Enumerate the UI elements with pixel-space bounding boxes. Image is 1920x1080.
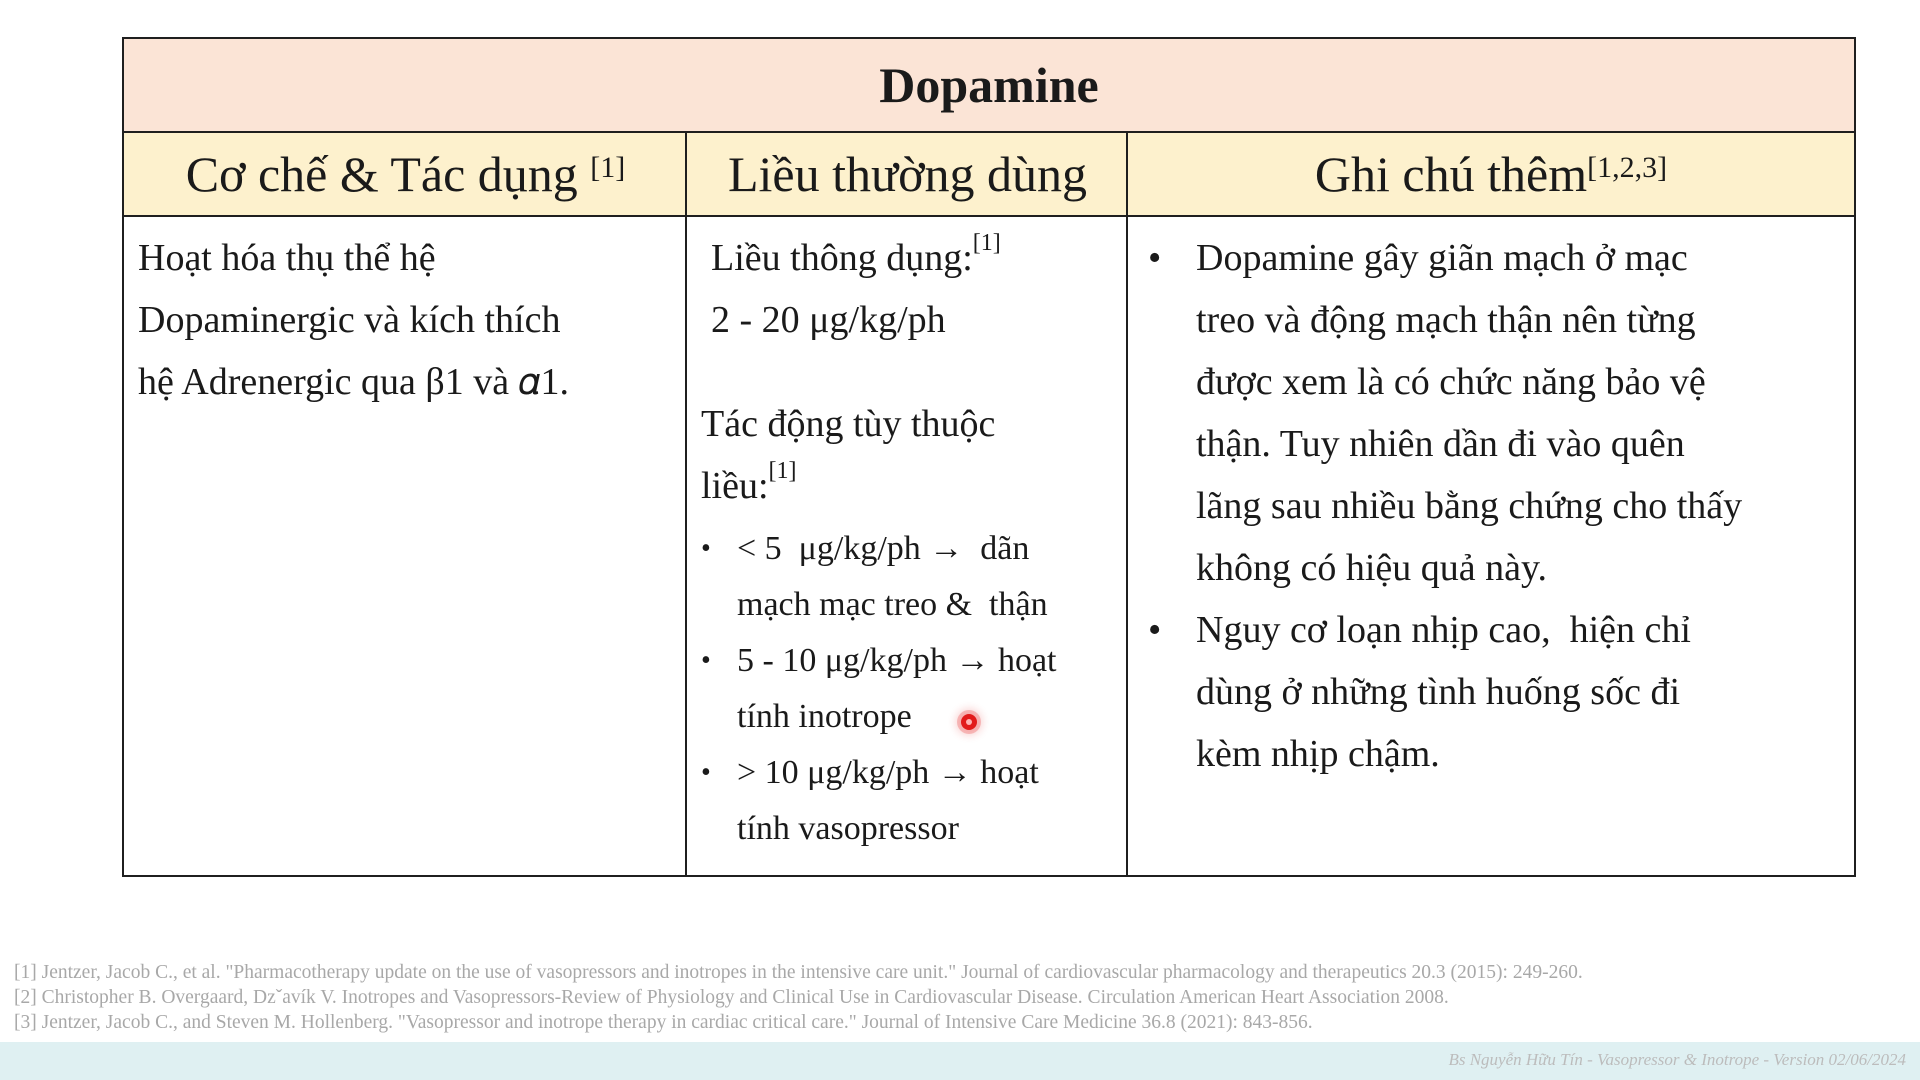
footer-band: Bs Nguyễn Hữu Tín - Vasopressor & Inotro… xyxy=(0,1042,1920,1080)
table-body-row: Hoạt hóa thụ thể hệ Dopaminergic và kích… xyxy=(124,217,1854,875)
dose-effect-list: < 5 μg/kg/ph → dãn mạch mạc treo & thận … xyxy=(701,521,1120,857)
note-line: treo và động mạch thận nên từng xyxy=(1196,299,1696,341)
reference-item: [1] Jentzer, Jacob C., et al. "Pharmacot… xyxy=(14,962,1583,983)
notes-cell: Dopamine gây giãn mạch ở mạc treo và độn… xyxy=(1128,217,1854,875)
header-dose-label: Liều thường dùng xyxy=(727,146,1088,202)
header-mechanism: Cơ chế & Tác dụng [1] xyxy=(124,133,687,215)
effect-ref: [1] xyxy=(768,458,797,484)
list-item: Dopamine gây giãn mạch ở mạc treo và độn… xyxy=(1140,227,1844,599)
laser-pointer-icon xyxy=(961,714,977,730)
table-title: Dopamine xyxy=(124,39,1854,133)
list-item: < 5 μg/kg/ph → dãn mạch mạc treo & thận xyxy=(701,521,1120,633)
effect-line: 5 - 10 μg/kg/ph → hoạt xyxy=(737,642,1057,679)
header-notes-ref: [1,2,3] xyxy=(1587,151,1668,184)
footer-credit: Bs Nguyễn Hữu Tín - Vasopressor & Inotro… xyxy=(1448,1050,1906,1069)
list-item: > 10 μg/kg/ph → hoạt tính vasopressor xyxy=(701,745,1120,857)
effect-line: > 10 μg/kg/ph → hoạt xyxy=(737,754,1039,791)
mechanism-line: Dopaminergic và kích thích xyxy=(138,299,561,341)
effect-line: tính vasopressor xyxy=(737,810,959,847)
references: [1] Jentzer, Jacob C., et al. "Pharmacot… xyxy=(14,960,1904,1035)
header-notes-label: Ghi chú thêm xyxy=(1314,146,1588,202)
dopamine-table: Dopamine Cơ chế & Tác dụng [1] Liều thườ… xyxy=(122,37,1856,877)
note-line: Nguy cơ loạn nhịp cao, hiện chỉ xyxy=(1196,609,1691,651)
mechanism-line: hệ Adrenergic qua β1 và 𝛼1. xyxy=(138,361,570,403)
header-mechanism-ref: [1] xyxy=(590,151,626,184)
effect-line: < 5 μg/kg/ph → dãn xyxy=(737,530,1030,567)
note-line: không có hiệu quả này. xyxy=(1196,547,1548,589)
mechanism-cell: Hoạt hóa thụ thể hệ Dopaminergic và kích… xyxy=(124,217,687,875)
common-dose-label-line: Liều thông dụng:[1] xyxy=(701,227,1120,289)
note-line: lãng sau nhiều bằng chứng cho thấy xyxy=(1196,485,1743,527)
header-mechanism-label: Cơ chế & Tác dụng xyxy=(185,146,591,202)
effect-label-line: Tác động tùy thuộc xyxy=(701,403,996,445)
header-notes: Ghi chú thêm [1,2,3] xyxy=(1128,133,1854,215)
dose-cell: Liều thông dụng:[1] 2 - 20 μg/kg/ph Tác … xyxy=(687,217,1128,875)
note-line: Dopamine gây giãn mạch ở mạc xyxy=(1196,237,1688,279)
common-dose-ref: [1] xyxy=(972,230,1001,256)
effect-line: tính inotrope xyxy=(737,698,912,735)
common-dose-value: 2 - 20 μg/kg/ph xyxy=(711,299,946,341)
common-dose-label: Liều thông dụng: xyxy=(711,237,973,279)
table-header-row: Cơ chế & Tác dụng [1] Liều thường dùng G… xyxy=(124,133,1854,217)
effect-line: mạch mạc treo & thận xyxy=(737,586,1048,623)
mechanism-line: Hoạt hóa thụ thể hệ xyxy=(138,237,436,279)
header-dose: Liều thường dùng xyxy=(687,133,1128,215)
reference-item: [3] Jentzer, Jacob C., and Steven M. Hol… xyxy=(14,1012,1313,1033)
notes-list: Dopamine gây giãn mạch ở mạc treo và độn… xyxy=(1140,227,1844,785)
list-item: 5 - 10 μg/kg/ph → hoạt tính inotrope xyxy=(701,633,1120,745)
note-line: kèm nhịp chậm. xyxy=(1196,733,1440,775)
note-line: thận. Tuy nhiên dần đi vào quên xyxy=(1196,423,1685,465)
effect-label-line: liều:[1] xyxy=(701,455,1120,517)
list-item: Nguy cơ loạn nhịp cao, hiện chỉ dùng ở n… xyxy=(1140,599,1844,785)
reference-item: [2] Christopher B. Overgaard, Dzˇavík V.… xyxy=(14,987,1449,1008)
effect-label: liều: xyxy=(701,465,769,507)
note-line: dùng ở những tình huống sốc đi xyxy=(1196,671,1681,713)
note-line: được xem là có chức năng bảo vệ xyxy=(1196,361,1706,403)
